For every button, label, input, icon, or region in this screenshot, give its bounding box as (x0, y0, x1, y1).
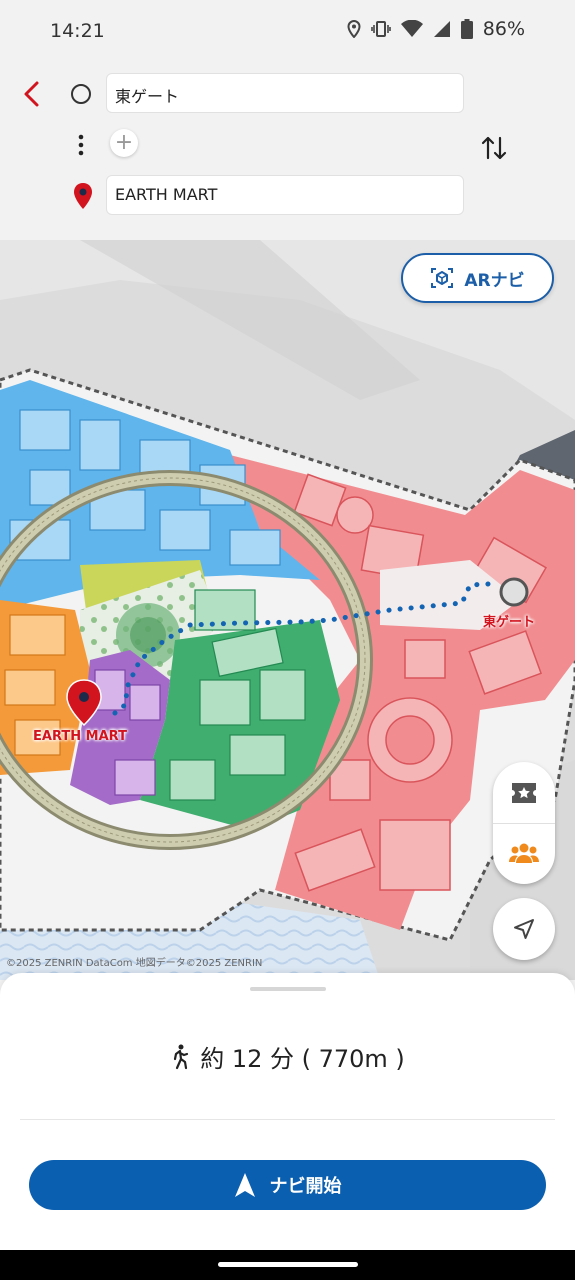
location-icon (347, 20, 361, 38)
back-arrow-icon[interactable] (18, 80, 46, 108)
panel-divider (493, 823, 555, 824)
signal-icon (433, 21, 450, 37)
origin-circle-icon (71, 84, 91, 104)
battery-percent: 86% (482, 18, 525, 40)
start-navigation-label: ナビ開始 (269, 1176, 342, 1197)
destination-pin-icon (74, 183, 92, 209)
screen: 14:21 86% 東ゲート + EARTH MART ARナビ 東ゲート EA… (0, 0, 575, 1250)
route-header: 東ゲート + EARTH MART (0, 62, 575, 240)
destination-map-label: EARTH MART (33, 729, 127, 744)
status-time: 14:21 (50, 20, 105, 42)
my-location-button[interactable] (493, 898, 555, 960)
route-summary: 約 12 分 ( 770m ) (0, 1039, 575, 1074)
home-gesture-handle[interactable] (218, 1262, 358, 1267)
status-bar: 14:21 86% (0, 0, 575, 62)
system-nav-bar (0, 1250, 575, 1280)
origin-field[interactable]: 東ゲート (106, 73, 464, 113)
vibrate-icon (370, 21, 391, 37)
route-bottom-sheet: 約 12 分 ( 770m ) ナビ開始 (0, 973, 575, 1250)
wifi-icon (400, 20, 423, 37)
origin-map-label: 東ゲート (483, 615, 536, 630)
group-icon[interactable] (509, 842, 539, 864)
more-vertical-icon[interactable] (78, 134, 84, 156)
map-layer-panel (493, 762, 555, 884)
add-waypoint-button[interactable]: + (110, 129, 138, 157)
map-copyright: ©2025 ZENRIN DataCom 地図データ©2025 ZENRIN (6, 958, 263, 969)
battery-icon (460, 19, 473, 39)
status-icons: 86% (347, 18, 525, 40)
navigation-arrow-icon (514, 919, 534, 939)
sheet-divider (20, 1119, 555, 1120)
ticket-star-icon[interactable] (510, 781, 538, 805)
route-duration-distance: 約 12 分 ( 770m ) (200, 1045, 405, 1073)
walking-icon (174, 1044, 189, 1069)
sheet-drag-handle[interactable] (250, 987, 326, 991)
destination-field[interactable]: EARTH MART (106, 175, 464, 215)
ar-navi-label: ARナビ (464, 270, 525, 291)
venue-map (0, 240, 575, 980)
start-navigation-button[interactable]: ナビ開始 (29, 1160, 546, 1210)
navigation-start-icon (234, 1173, 255, 1197)
ar-navi-button[interactable]: ARナビ (401, 253, 554, 303)
ar-cube-icon (431, 268, 454, 288)
swap-icon[interactable] (480, 132, 508, 164)
map-view[interactable]: ARナビ 東ゲート EARTH MART ©2025 ZENRIN DataCo… (0, 240, 575, 980)
